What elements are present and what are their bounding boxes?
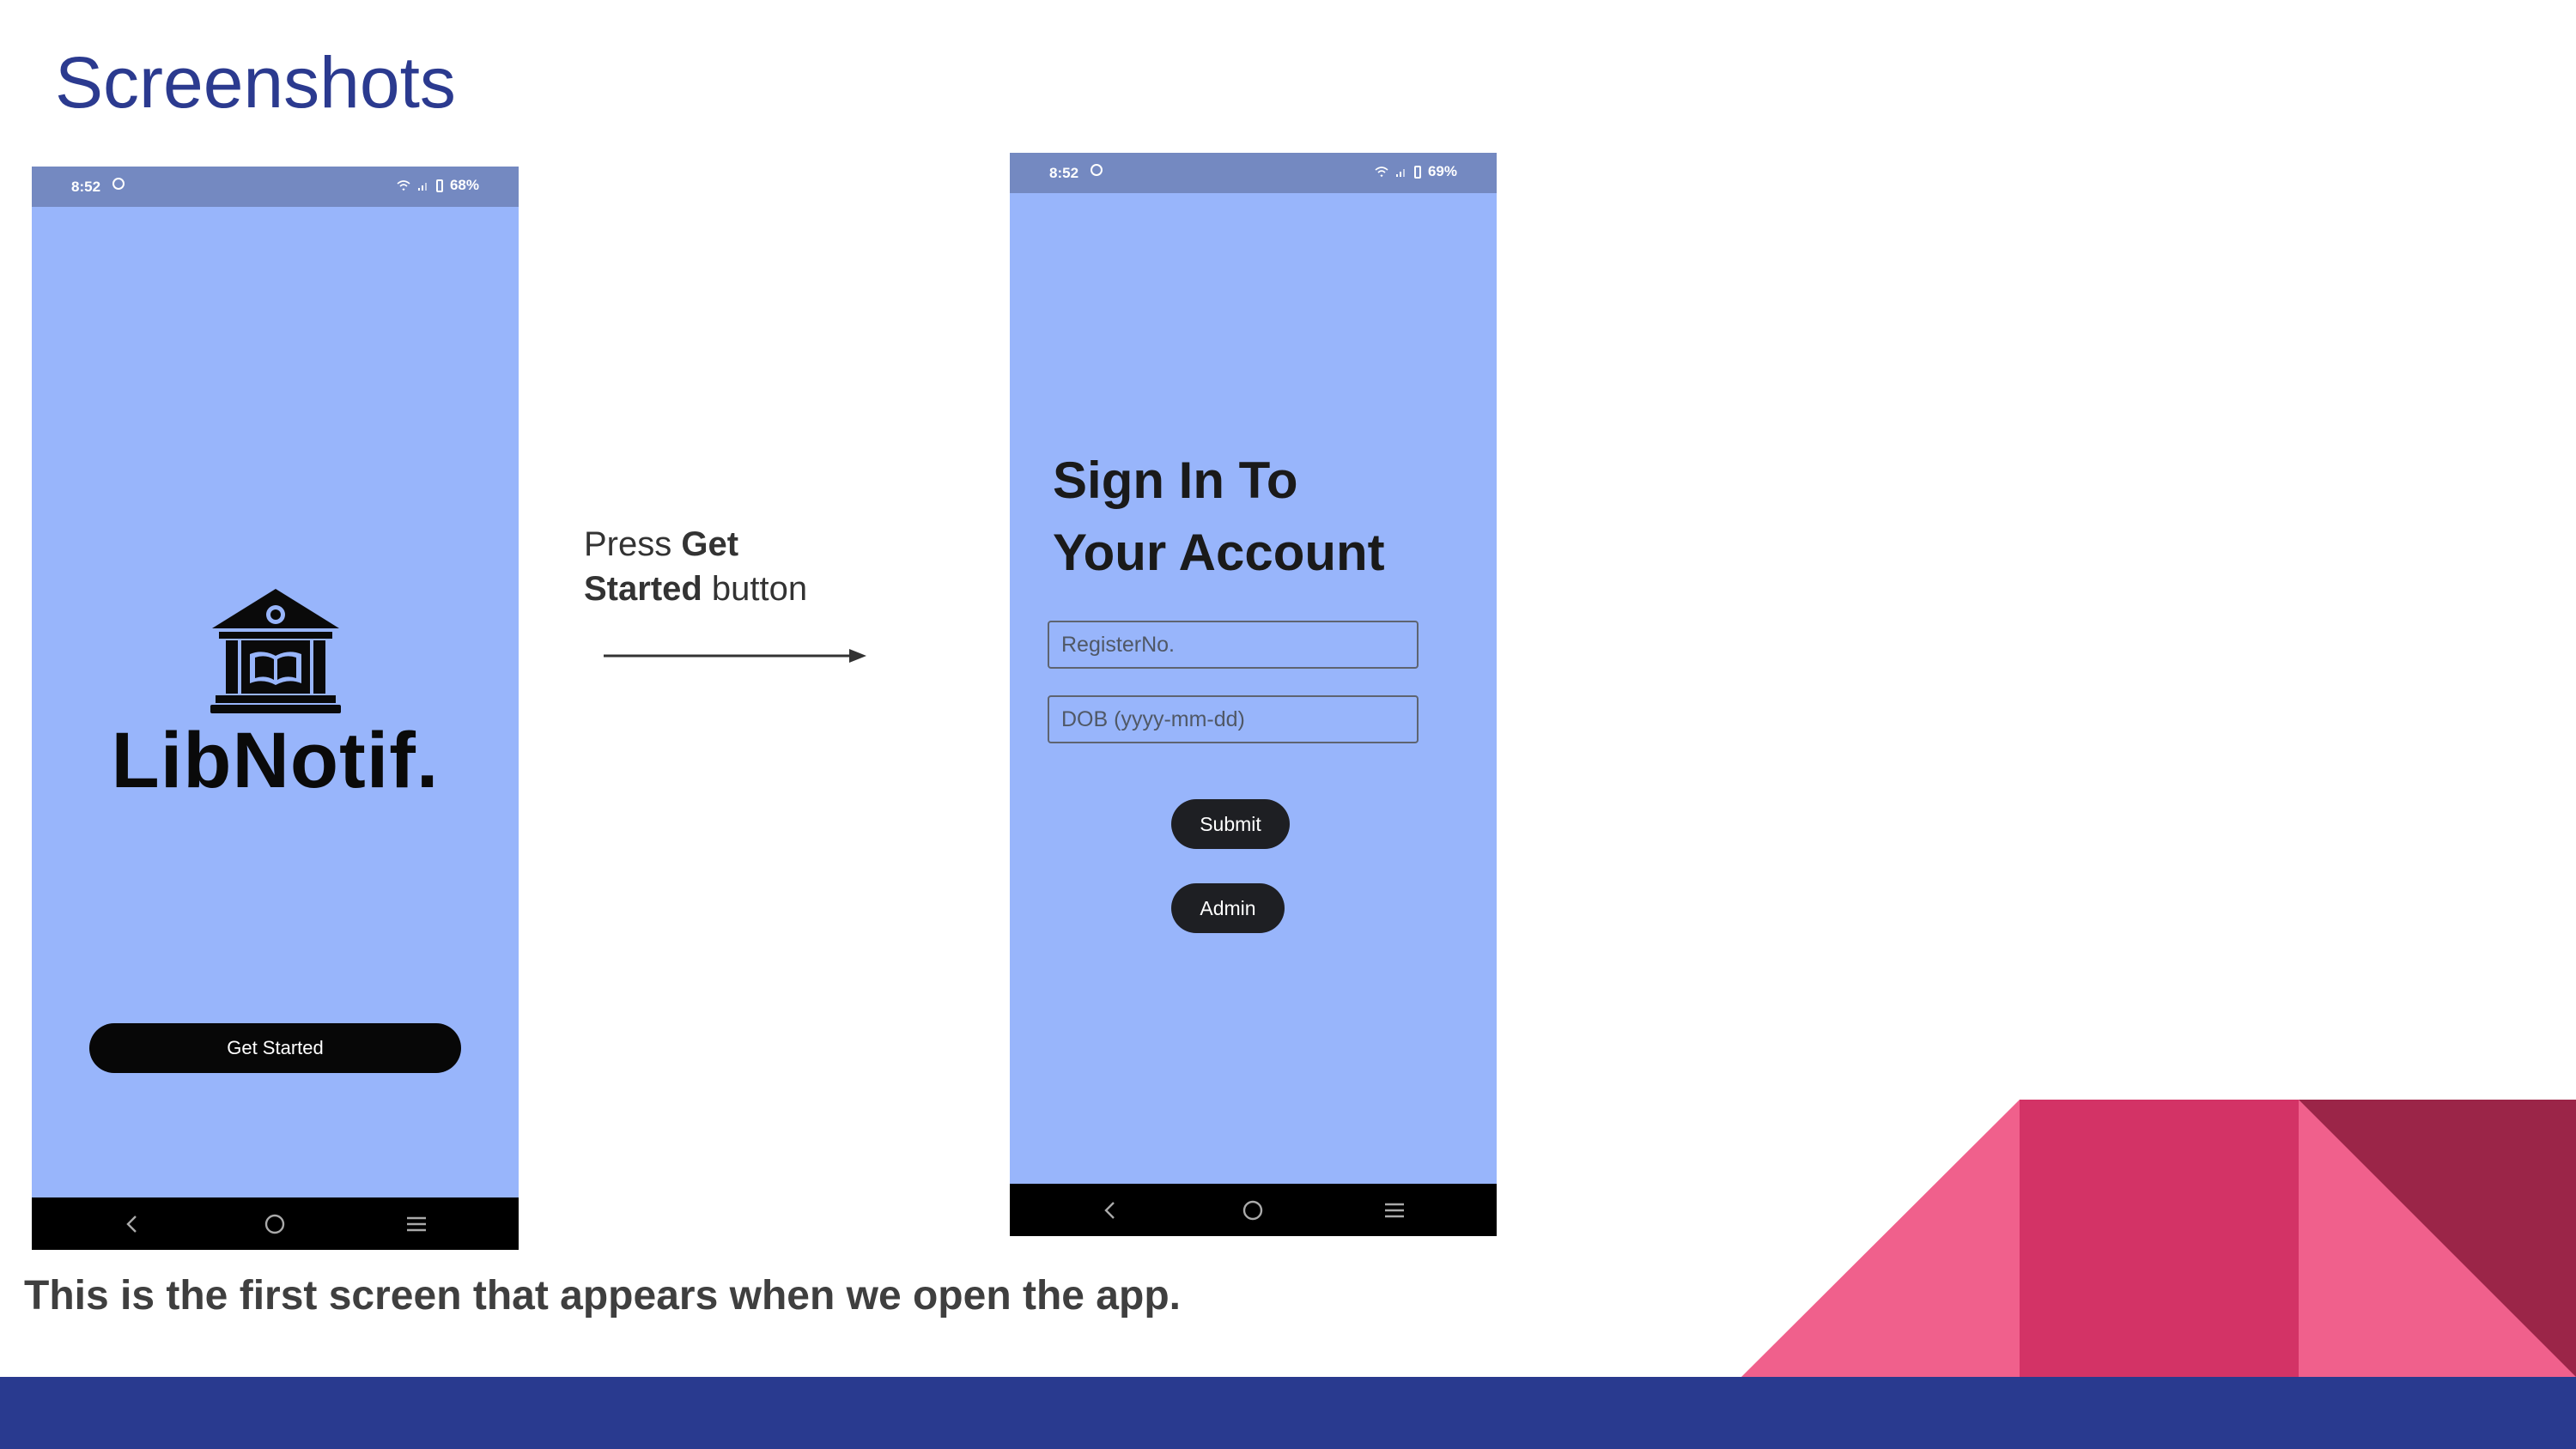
pink-block-mid	[2020, 1100, 2299, 1377]
pink-triangle-light	[1741, 1100, 2020, 1377]
decorative-shapes	[1741, 1100, 2576, 1377]
footer-band	[0, 1377, 2576, 1449]
